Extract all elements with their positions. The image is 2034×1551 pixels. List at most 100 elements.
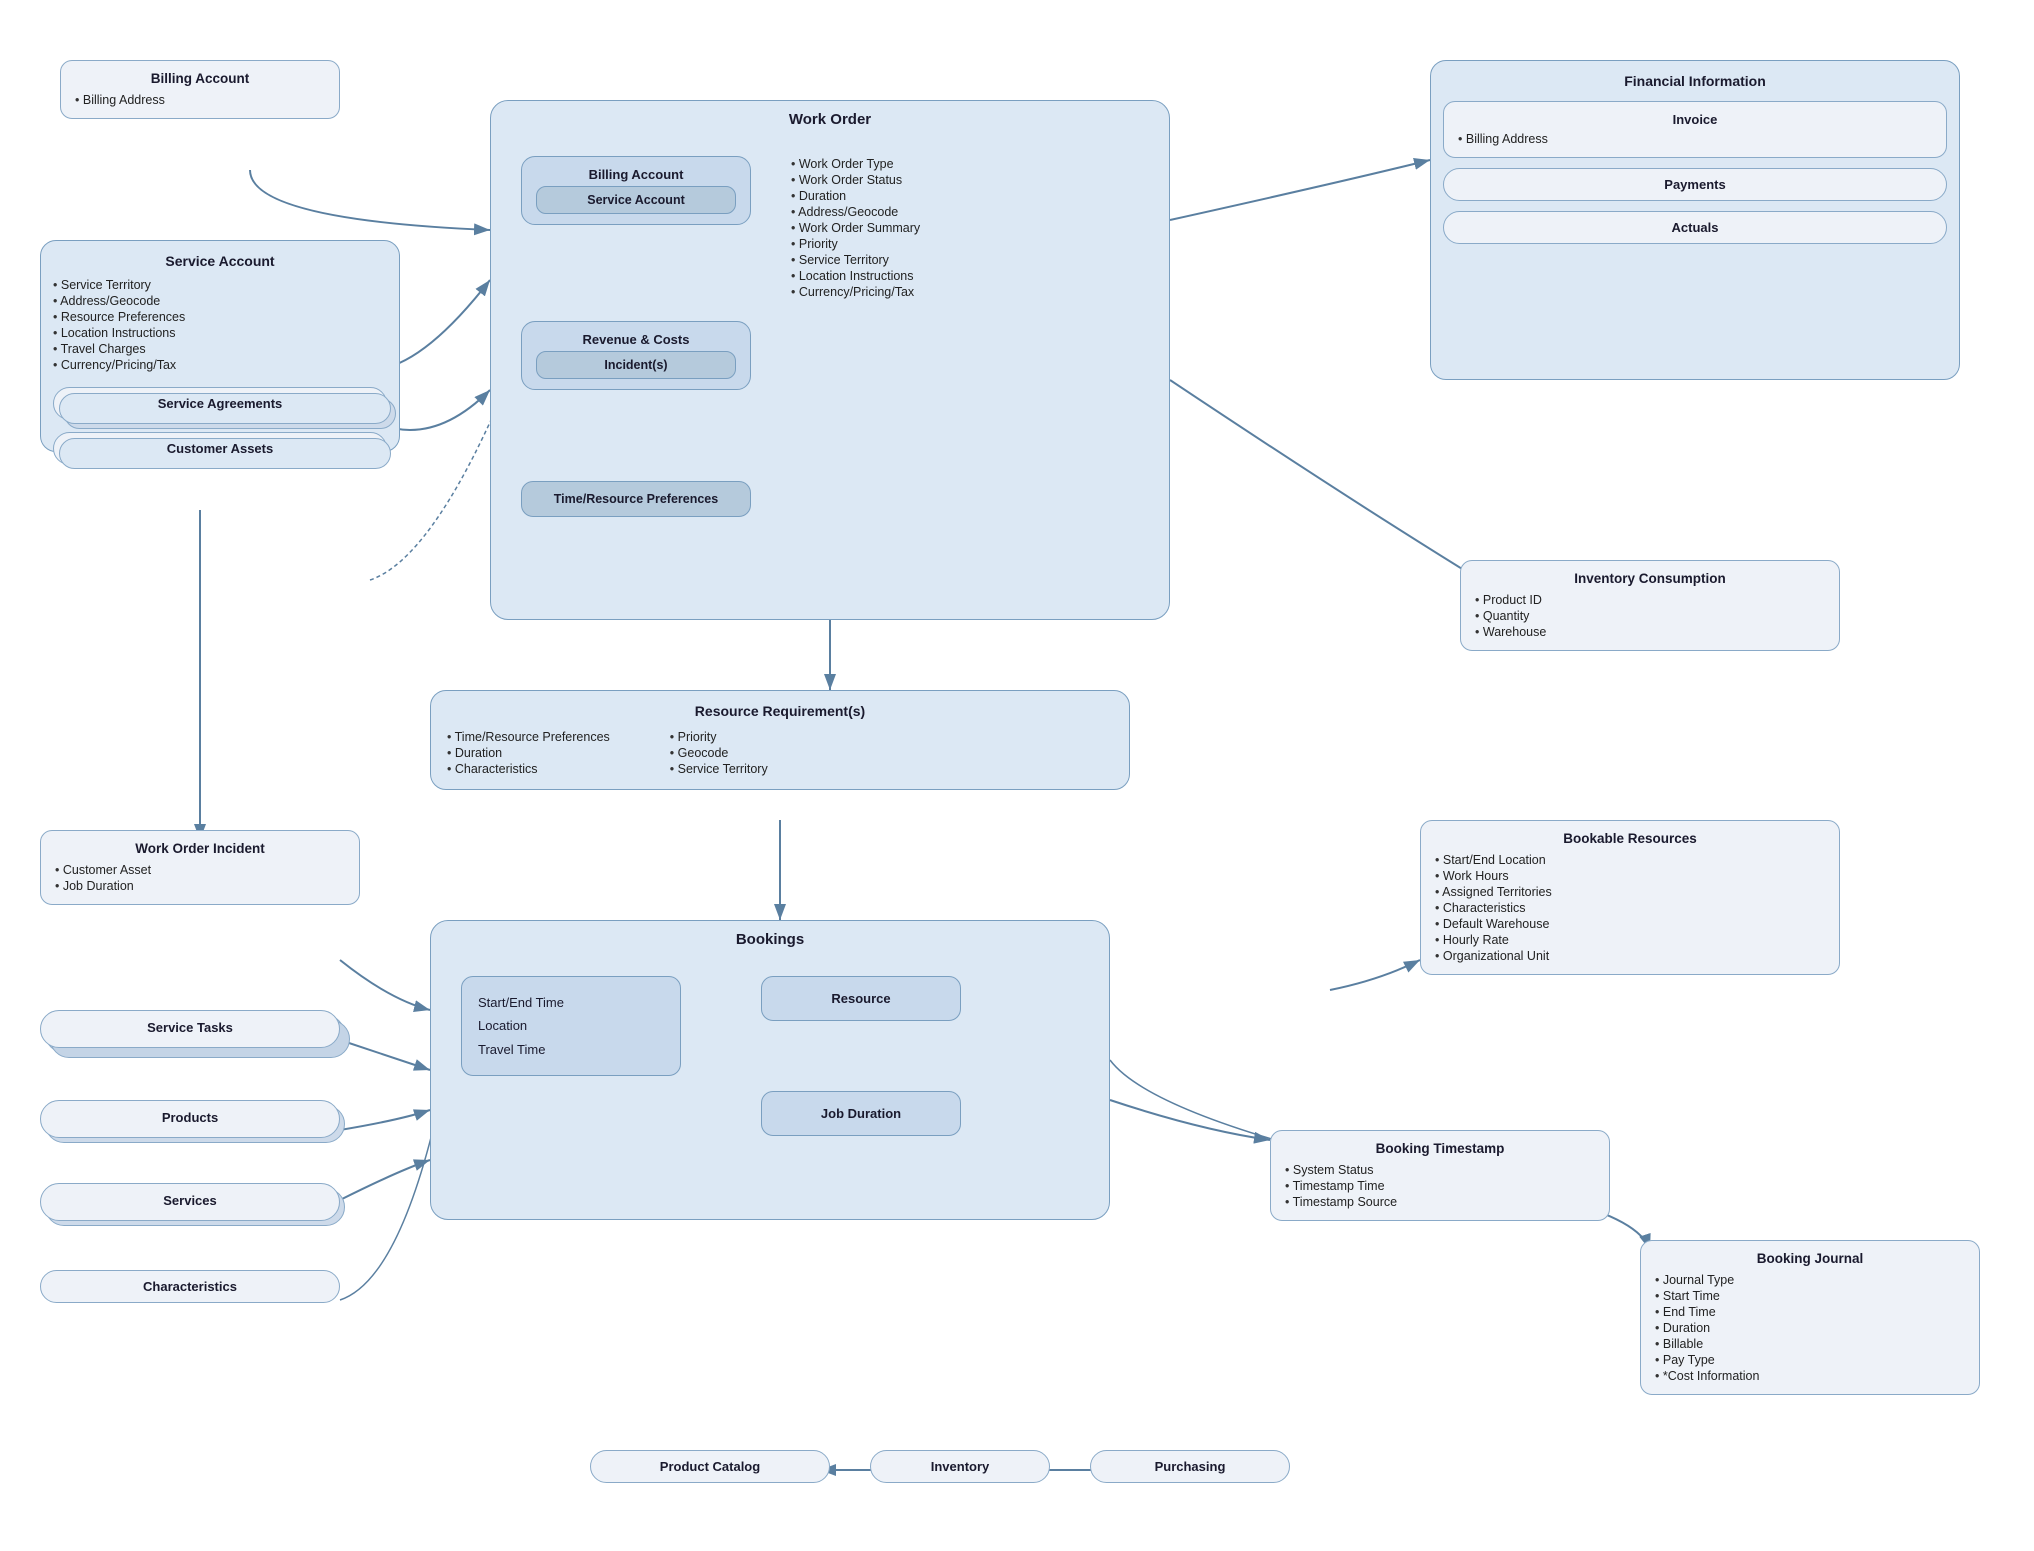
invoice-list: Billing Address	[1458, 131, 1932, 147]
ic-item-0: Product ID	[1475, 592, 1825, 608]
wo-revenue-costs-inner: Revenue & Costs Incident(s)	[521, 321, 751, 390]
br-item-4: Default Warehouse	[1435, 916, 1825, 932]
work-order-incident-list: Customer Asset Job Duration	[55, 862, 345, 894]
resource-requirements-box: Resource Requirement(s) Time/Resource Pr…	[430, 690, 1130, 790]
wo-field-3: Address/Geocode	[791, 204, 1131, 220]
wo-field-0: Work Order Type	[791, 156, 1131, 172]
br-item-5: Hourly Rate	[1435, 932, 1825, 948]
billing-account-topleft-list: Billing Address	[75, 92, 325, 108]
bookings-job-duration-box: Job Duration	[761, 1091, 961, 1136]
bookings-start-end: Start/End Time	[478, 991, 664, 1014]
inventory-consumption-title: Inventory Consumption	[1475, 571, 1825, 586]
br-item-3: Characteristics	[1435, 900, 1825, 916]
wo-field-4: Work Order Summary	[791, 220, 1131, 236]
wo-field-8: Currency/Pricing/Tax	[791, 284, 1131, 300]
billing-account-topleft-title: Billing Account	[75, 71, 325, 86]
bookings-travel: Travel Time	[478, 1038, 664, 1061]
customer-assets-pill: Customer Assets	[53, 432, 387, 465]
rr-right-1: Geocode	[670, 745, 768, 761]
service-tasks-container: Service Tasks	[40, 1010, 340, 1048]
bj-item-3: Duration	[1655, 1320, 1965, 1336]
bj-item-2: End Time	[1655, 1304, 1965, 1320]
woi-item-0: Customer Asset	[55, 862, 345, 878]
bookings-resource-label: Resource	[831, 991, 890, 1006]
billing-account-topleft-box: Billing Account Billing Address	[60, 60, 340, 119]
wo-billing-account-label: Billing Account	[536, 167, 736, 182]
br-item-1: Work Hours	[1435, 868, 1825, 884]
inventory-consumption-list: Product ID Quantity Warehouse	[1475, 592, 1825, 640]
products-container: Products	[40, 1100, 340, 1138]
br-item-0: Start/End Location	[1435, 852, 1825, 868]
booking-journal-title: Booking Journal	[1655, 1251, 1965, 1266]
booking-journal-list: Journal Type Start Time End Time Duratio…	[1655, 1272, 1965, 1384]
rr-title: Resource Requirement(s)	[447, 703, 1113, 719]
woi-item-1: Job Duration	[55, 878, 345, 894]
service-account-item-3: Location Instructions	[53, 325, 387, 341]
bookings-outer-box: Bookings Start/End Time Location Travel …	[430, 920, 1110, 1220]
service-account-title: Service Account	[53, 253, 387, 269]
service-account-item-5: Currency/Pricing/Tax	[53, 357, 387, 373]
ic-item-1: Quantity	[1475, 608, 1825, 624]
services-container: Services	[40, 1183, 340, 1221]
bookings-job-duration-label: Job Duration	[821, 1106, 901, 1121]
bj-item-1: Start Time	[1655, 1288, 1965, 1304]
booking-journal-box: Booking Journal Journal Type Start Time …	[1640, 1240, 1980, 1395]
br-item-6: Organizational Unit	[1435, 948, 1825, 964]
bt-item-0: System Status	[1285, 1162, 1595, 1178]
actuals-pill: Actuals	[1443, 211, 1947, 244]
wo-field-5: Priority	[791, 236, 1131, 252]
bj-item-6: *Cost Information	[1655, 1368, 1965, 1384]
service-account-box: Service Account Service Territory Addres…	[40, 240, 400, 452]
service-account-list: Service Territory Address/Geocode Resour…	[53, 277, 387, 373]
inventory-pill: Inventory	[870, 1450, 1050, 1483]
characteristics-pill: Characteristics	[40, 1270, 340, 1303]
inventory-consumption-box: Inventory Consumption Product ID Quantit…	[1460, 560, 1840, 651]
rr-left-list: Time/Resource Preferences Duration Chara…	[447, 729, 610, 777]
bookable-resources-title: Bookable Resources	[1435, 831, 1825, 846]
payments-pill: Payments	[1443, 168, 1947, 201]
service-account-item-2: Resource Preferences	[53, 309, 387, 325]
bookable-resources-box: Bookable Resources Start/End Location Wo…	[1420, 820, 1840, 975]
wo-field-7: Location Instructions	[791, 268, 1131, 284]
rr-left-2: Characteristics	[447, 761, 610, 777]
financial-info-outer: Financial Information Invoice Billing Ad…	[1430, 60, 1960, 380]
rr-left-1: Duration	[447, 745, 610, 761]
services-pill: Services	[40, 1183, 340, 1221]
booking-timestamp-title: Booking Timestamp	[1285, 1141, 1595, 1156]
wo-billing-account-inner: Billing Account Service Account	[521, 156, 751, 225]
invoice-box: Invoice Billing Address	[1443, 101, 1947, 158]
work-order-incident-title: Work Order Incident	[55, 841, 345, 856]
bookings-location: Location	[478, 1014, 664, 1037]
service-agreements-pill: Service Agreements	[53, 387, 387, 420]
rr-right-list: Priority Geocode Service Territory	[670, 729, 768, 777]
booking-timestamp-list: System Status Timestamp Time Timestamp S…	[1285, 1162, 1595, 1210]
rr-left-0: Time/Resource Preferences	[447, 729, 610, 745]
bj-item-4: Billable	[1655, 1336, 1965, 1352]
booking-timestamp-box: Booking Timestamp System Status Timestam…	[1270, 1130, 1610, 1221]
ic-item-2: Warehouse	[1475, 624, 1825, 640]
wo-time-resource-inner: Time/Resource Preferences	[521, 481, 751, 517]
wo-fields-list-container: Work Order Type Work Order Status Durati…	[781, 156, 1141, 300]
bt-item-2: Timestamp Source	[1285, 1194, 1595, 1210]
rr-right-0: Priority	[670, 729, 768, 745]
service-tasks-pill: Service Tasks	[40, 1010, 340, 1048]
work-order-outer-box: Work Order Billing Account Service Accou…	[490, 100, 1170, 620]
invoice-label: Invoice	[1458, 112, 1932, 127]
wo-field-1: Work Order Status	[791, 172, 1131, 188]
work-order-title: Work Order	[491, 101, 1169, 134]
wo-incidents-inner: Incident(s)	[536, 351, 736, 379]
product-catalog-pill: Product Catalog	[590, 1450, 830, 1483]
wo-service-account-inner: Service Account	[536, 186, 736, 214]
bookable-resources-list: Start/End Location Work Hours Assigned T…	[1435, 852, 1825, 964]
bj-item-5: Pay Type	[1655, 1352, 1965, 1368]
work-order-incident-box: Work Order Incident Customer Asset Job D…	[40, 830, 360, 905]
bookings-left-info: Start/End Time Location Travel Time	[461, 976, 681, 1076]
bookings-title: Bookings	[431, 921, 1109, 954]
br-item-2: Assigned Territories	[1435, 884, 1825, 900]
products-pill: Products	[40, 1100, 340, 1138]
invoice-item-0: Billing Address	[1458, 131, 1932, 147]
bookings-resource-box: Resource	[761, 976, 961, 1021]
service-account-item-0: Service Territory	[53, 277, 387, 293]
financial-title: Financial Information	[1443, 73, 1947, 89]
wo-field-2: Duration	[791, 188, 1131, 204]
